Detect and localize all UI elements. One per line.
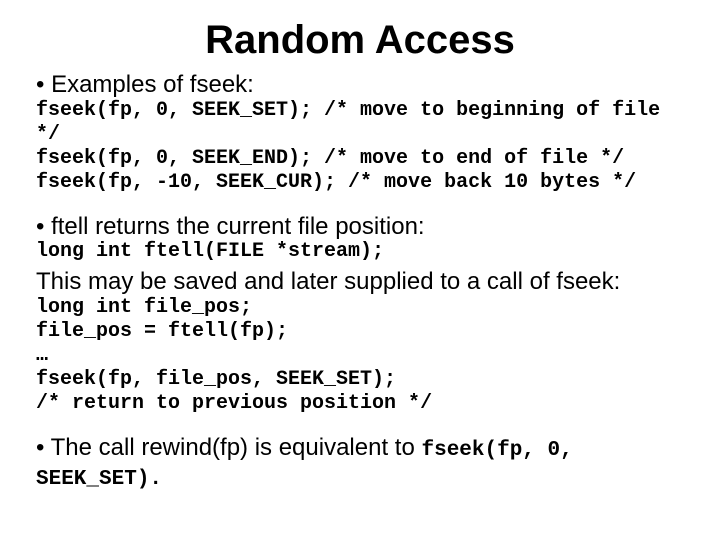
bullet-icon: •	[36, 213, 51, 240]
slide: Random Access • Examples of fseek: fseek…	[0, 0, 720, 540]
code-save-example: long int file_pos; file_pos = ftell(fp);…	[36, 296, 684, 416]
spacer	[36, 416, 684, 430]
spacer	[36, 195, 684, 209]
bullet-icon: •	[36, 434, 51, 461]
bullet-icon: •	[36, 71, 51, 98]
code-ftell-signature: long int ftell(FILE *stream);	[36, 240, 684, 264]
bullet-examples: • Examples of fseek:	[36, 71, 684, 99]
bullet-text: ftell returns the current file position:	[51, 213, 425, 240]
bullet-rewind: • The call rewind(fp) is equivalent to f…	[36, 434, 684, 492]
bullet-ftell: • ftell returns the current file positio…	[36, 213, 684, 241]
bullet-text: The call rewind(fp) is equivalent to	[51, 434, 422, 461]
bullet-text: Examples of fseek:	[51, 71, 254, 98]
page-title: Random Access	[36, 18, 684, 63]
spacer	[36, 264, 684, 266]
code-fseek-examples: fseek(fp, 0, SEEK_SET); /* move to begin…	[36, 99, 684, 195]
body-save-note: This may be saved and later supplied to …	[36, 268, 684, 296]
